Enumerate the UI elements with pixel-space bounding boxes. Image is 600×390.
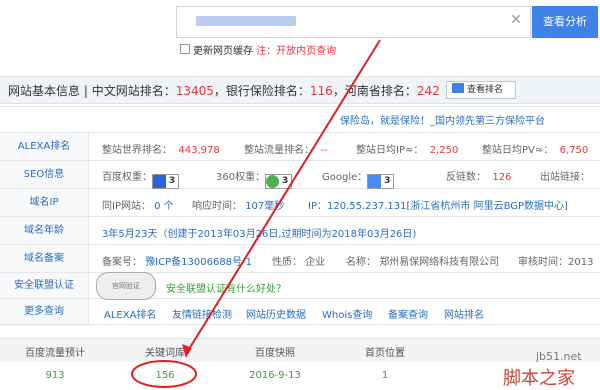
highlight-ellipse: [131, 360, 197, 388]
watermark-brand: 脚本之家: [503, 368, 575, 389]
annotation-overlay: [131, 39, 381, 388]
watermark-site: jb51.net: [536, 350, 582, 363]
annotation-arrow: [185, 39, 381, 355]
